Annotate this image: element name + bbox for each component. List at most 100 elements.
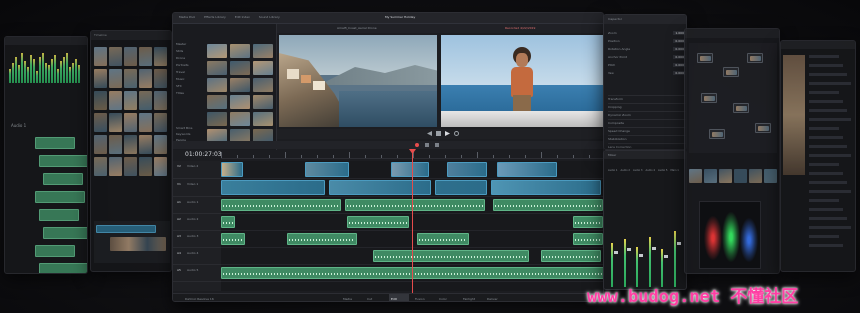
browser-thumbnail[interactable] <box>109 157 122 176</box>
bin-item[interactable]: Portraits <box>176 63 204 70</box>
clip-thumbnail[interactable] <box>230 61 250 75</box>
tab-effects-library[interactable]: Effects Library <box>204 15 226 19</box>
browser-thumbnail[interactable] <box>109 135 122 154</box>
browser-thumbnail[interactable] <box>124 91 137 110</box>
color-clip-thumbnail[interactable] <box>764 169 777 183</box>
play-icon[interactable] <box>445 131 450 136</box>
audio-clip[interactable] <box>221 199 341 211</box>
tab-fairlight[interactable]: Fairlight <box>461 294 481 301</box>
color-node[interactable] <box>709 129 725 139</box>
browser-thumbnail[interactable] <box>94 157 107 176</box>
browser-thumbnail[interactable] <box>154 113 167 132</box>
clip-thumbnail[interactable] <box>207 112 227 126</box>
playhead[interactable] <box>412 151 413 293</box>
audio-clip[interactable] <box>35 245 75 257</box>
tab-fusion[interactable]: Fusion <box>413 294 433 301</box>
browser-thumbnail[interactable] <box>109 47 122 66</box>
inspector-section[interactable]: Dynamic Zoom <box>608 111 686 119</box>
audio-clip[interactable] <box>573 233 603 245</box>
browser-thumbnail[interactable] <box>124 47 137 66</box>
tab-deliver[interactable]: Deliver <box>485 294 505 301</box>
color-node[interactable] <box>723 67 739 77</box>
browser-thumbnail[interactable] <box>94 113 107 132</box>
video-clip[interactable] <box>435 180 487 195</box>
clip-thumbnail[interactable] <box>207 61 227 75</box>
audio-clip[interactable] <box>541 250 601 262</box>
color-clip-thumbnail[interactable] <box>734 169 747 183</box>
clip-thumbnail[interactable] <box>207 78 227 92</box>
audio-clip[interactable] <box>373 250 529 262</box>
browser-thumbnail[interactable] <box>154 157 167 176</box>
audio-clip[interactable] <box>39 155 87 167</box>
razor-icon[interactable] <box>415 143 419 147</box>
track-header[interactable]: A2 Audio 2 <box>173 214 221 231</box>
audio-clip[interactable] <box>287 233 357 245</box>
color-clip-thumbnail[interactable] <box>719 169 732 183</box>
inspector-section[interactable]: Cropping <box>608 103 686 111</box>
fader-knob[interactable] <box>664 255 668 258</box>
bin-item[interactable]: Stills <box>176 49 204 56</box>
tab-edit[interactable]: Edit <box>389 294 409 301</box>
color-node[interactable] <box>701 93 717 103</box>
audio-clip[interactable] <box>39 263 87 273</box>
color-node[interactable] <box>697 53 713 63</box>
tab-media[interactable]: Media <box>341 294 361 301</box>
browser-thumbnail[interactable] <box>109 113 122 132</box>
inspector-section[interactable]: Transform <box>608 95 686 103</box>
bin-item[interactable]: SFX <box>176 84 204 91</box>
video-clip[interactable] <box>305 162 349 177</box>
stop-icon[interactable] <box>436 131 441 136</box>
audio-clip[interactable] <box>43 227 87 239</box>
track-header[interactable]: A1 Audio 1 <box>173 197 221 214</box>
clip-thumbnail[interactable] <box>230 78 250 92</box>
skip-back-icon[interactable] <box>427 131 432 136</box>
color-clip-thumbnail[interactable] <box>749 169 762 183</box>
browser-thumbnail[interactable] <box>139 113 152 132</box>
browser-thumbnail[interactable] <box>124 113 137 132</box>
audio-clip[interactable] <box>221 216 235 228</box>
clip-thumbnail[interactable] <box>230 112 250 126</box>
inspector-section[interactable]: Stabilization <box>608 135 686 143</box>
audio-clip[interactable] <box>345 199 485 211</box>
clip-thumbnail[interactable] <box>253 112 273 126</box>
video-clip[interactable] <box>221 162 243 177</box>
browser-thumbnail[interactable] <box>154 91 167 110</box>
clip-thumbnail[interactable] <box>207 44 227 58</box>
clip-thumbnail[interactable] <box>253 61 273 75</box>
bin-item[interactable]: Master <box>176 42 204 49</box>
clip-thumbnail[interactable] <box>230 44 250 58</box>
inspector-section[interactable]: Speed Change <box>608 127 686 135</box>
browser-thumbnail[interactable] <box>139 47 152 66</box>
browser-thumbnail[interactable] <box>94 91 107 110</box>
browser-thumbnail[interactable] <box>154 69 167 88</box>
link-icon[interactable] <box>435 143 439 147</box>
track-header[interactable]: A5 Audio 5 <box>173 265 221 282</box>
fader-knob[interactable] <box>651 247 656 250</box>
audio-clip[interactable] <box>39 209 79 221</box>
fader-knob[interactable] <box>614 251 618 254</box>
video-clip[interactable] <box>491 180 601 195</box>
clip-thumbnail[interactable] <box>230 95 250 109</box>
browser-thumbnail[interactable] <box>124 135 137 154</box>
browser-thumbnail[interactable] <box>109 91 122 110</box>
video-clip[interactable] <box>497 162 557 177</box>
video-clip[interactable] <box>447 162 487 177</box>
fader-knob[interactable] <box>639 254 643 257</box>
tab-color[interactable]: Color <box>437 294 457 301</box>
track-header[interactable]: V1 Video 1 <box>173 179 221 197</box>
browser-thumbnail[interactable] <box>139 135 152 154</box>
color-node[interactable] <box>755 123 771 133</box>
browser-thumbnail[interactable] <box>139 69 152 88</box>
tab-cut[interactable]: Cut <box>365 294 385 301</box>
bin-item[interactable]: Travel <box>176 70 204 77</box>
audio-clip[interactable] <box>43 173 83 185</box>
audio-clip[interactable] <box>347 216 409 228</box>
clip-thumbnail[interactable] <box>253 78 273 92</box>
browser-thumbnail[interactable] <box>154 135 167 154</box>
browser-thumbnail[interactable] <box>109 69 122 88</box>
snapping-icon[interactable] <box>425 143 429 147</box>
track-header[interactable]: V2 Video 2 <box>173 161 221 179</box>
track-header[interactable]: A3 Audio 3 <box>173 231 221 248</box>
clip-thumbnail[interactable] <box>207 95 227 109</box>
video-clip[interactable] <box>391 162 429 177</box>
